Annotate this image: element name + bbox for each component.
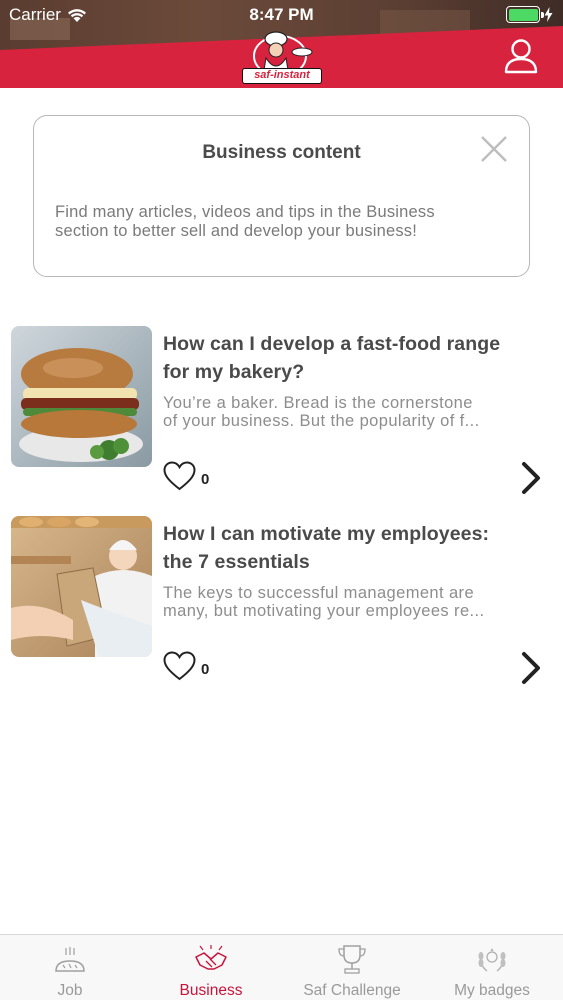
article-title[interactable]: How can I develop a fast-food range for … bbox=[163, 330, 548, 386]
laurel-icon bbox=[478, 948, 506, 972]
like-control[interactable]: 0 bbox=[163, 461, 209, 491]
chevron-right-icon[interactable] bbox=[519, 651, 543, 685]
battery-icon bbox=[506, 6, 544, 23]
chevron-right-icon[interactable] bbox=[519, 461, 543, 495]
tab-saf-challenge[interactable]: Saf Challenge bbox=[282, 935, 422, 1000]
article-excerpt: The keys to successful management are ma… bbox=[163, 584, 543, 620]
tab-label: Job bbox=[57, 982, 83, 999]
article-excerpt: You’re a baker. Bread is the cornerstone… bbox=[163, 394, 543, 430]
clock: 8:47 PM bbox=[249, 5, 314, 24]
handshake-icon bbox=[195, 945, 227, 970]
app-header: Carrier 8:47 PM saf-instant bbox=[0, 0, 563, 88]
excerpt-line: The keys to successful management are bbox=[163, 584, 475, 602]
title-line: How can I develop a fast-food range bbox=[163, 333, 501, 355]
tab-label: Business bbox=[179, 982, 243, 999]
article-card[interactable]: How can I develop a fast-food range for … bbox=[11, 326, 552, 496]
profile-icon[interactable] bbox=[504, 38, 538, 74]
tab-label: My badges bbox=[454, 982, 530, 999]
trophy-icon bbox=[338, 945, 366, 974]
title-line: the 7 essentials bbox=[163, 551, 310, 573]
article-card[interactable]: How I can motivate my employees: the 7 e… bbox=[11, 516, 552, 686]
bread-icon bbox=[55, 947, 85, 972]
article-thumbnail-bakery[interactable] bbox=[11, 516, 152, 657]
excerpt-line: You’re a baker. Bread is the cornerstone bbox=[163, 394, 473, 412]
battery-indicator bbox=[506, 6, 553, 23]
business-info-card: Business content Find many articles, vid… bbox=[33, 115, 530, 277]
heart-icon[interactable] bbox=[163, 461, 196, 491]
info-card-title: Business content bbox=[202, 142, 361, 163]
close-icon[interactable] bbox=[479, 134, 509, 164]
excerpt-line: of your business. But the popularity of … bbox=[163, 412, 480, 430]
logo-wordmark: saf-instant bbox=[242, 68, 322, 84]
like-count: 0 bbox=[201, 470, 210, 488]
article-title[interactable]: How I can motivate my employees: the 7 e… bbox=[163, 520, 548, 576]
heart-icon[interactable] bbox=[163, 651, 196, 681]
tab-my-badges[interactable]: My badges bbox=[422, 935, 562, 1000]
title-line: for my bakery? bbox=[163, 361, 305, 383]
like-count: 0 bbox=[201, 660, 210, 678]
tab-business[interactable]: Business bbox=[141, 935, 281, 1000]
like-control[interactable]: 0 bbox=[163, 651, 209, 681]
status-bar: Carrier 8:47 PM bbox=[0, 0, 563, 30]
info-text-line: Find many articles, videos and tips in t… bbox=[55, 203, 435, 221]
title-line: How I can motivate my employees: bbox=[163, 523, 490, 545]
article-thumbnail-burger[interactable] bbox=[11, 326, 152, 467]
tab-job[interactable]: Job bbox=[0, 935, 140, 1000]
info-card-text: Find many articles, videos and tips in t… bbox=[55, 203, 515, 241]
info-text-line: section to better sell and develop your … bbox=[55, 222, 418, 240]
bottom-tab-bar: Job Business Saf Challenge My badges bbox=[0, 934, 563, 1000]
charging-icon bbox=[544, 7, 553, 22]
excerpt-line: many, but motivating your employees re..… bbox=[163, 602, 485, 620]
tab-label: Saf Challenge bbox=[303, 982, 401, 999]
